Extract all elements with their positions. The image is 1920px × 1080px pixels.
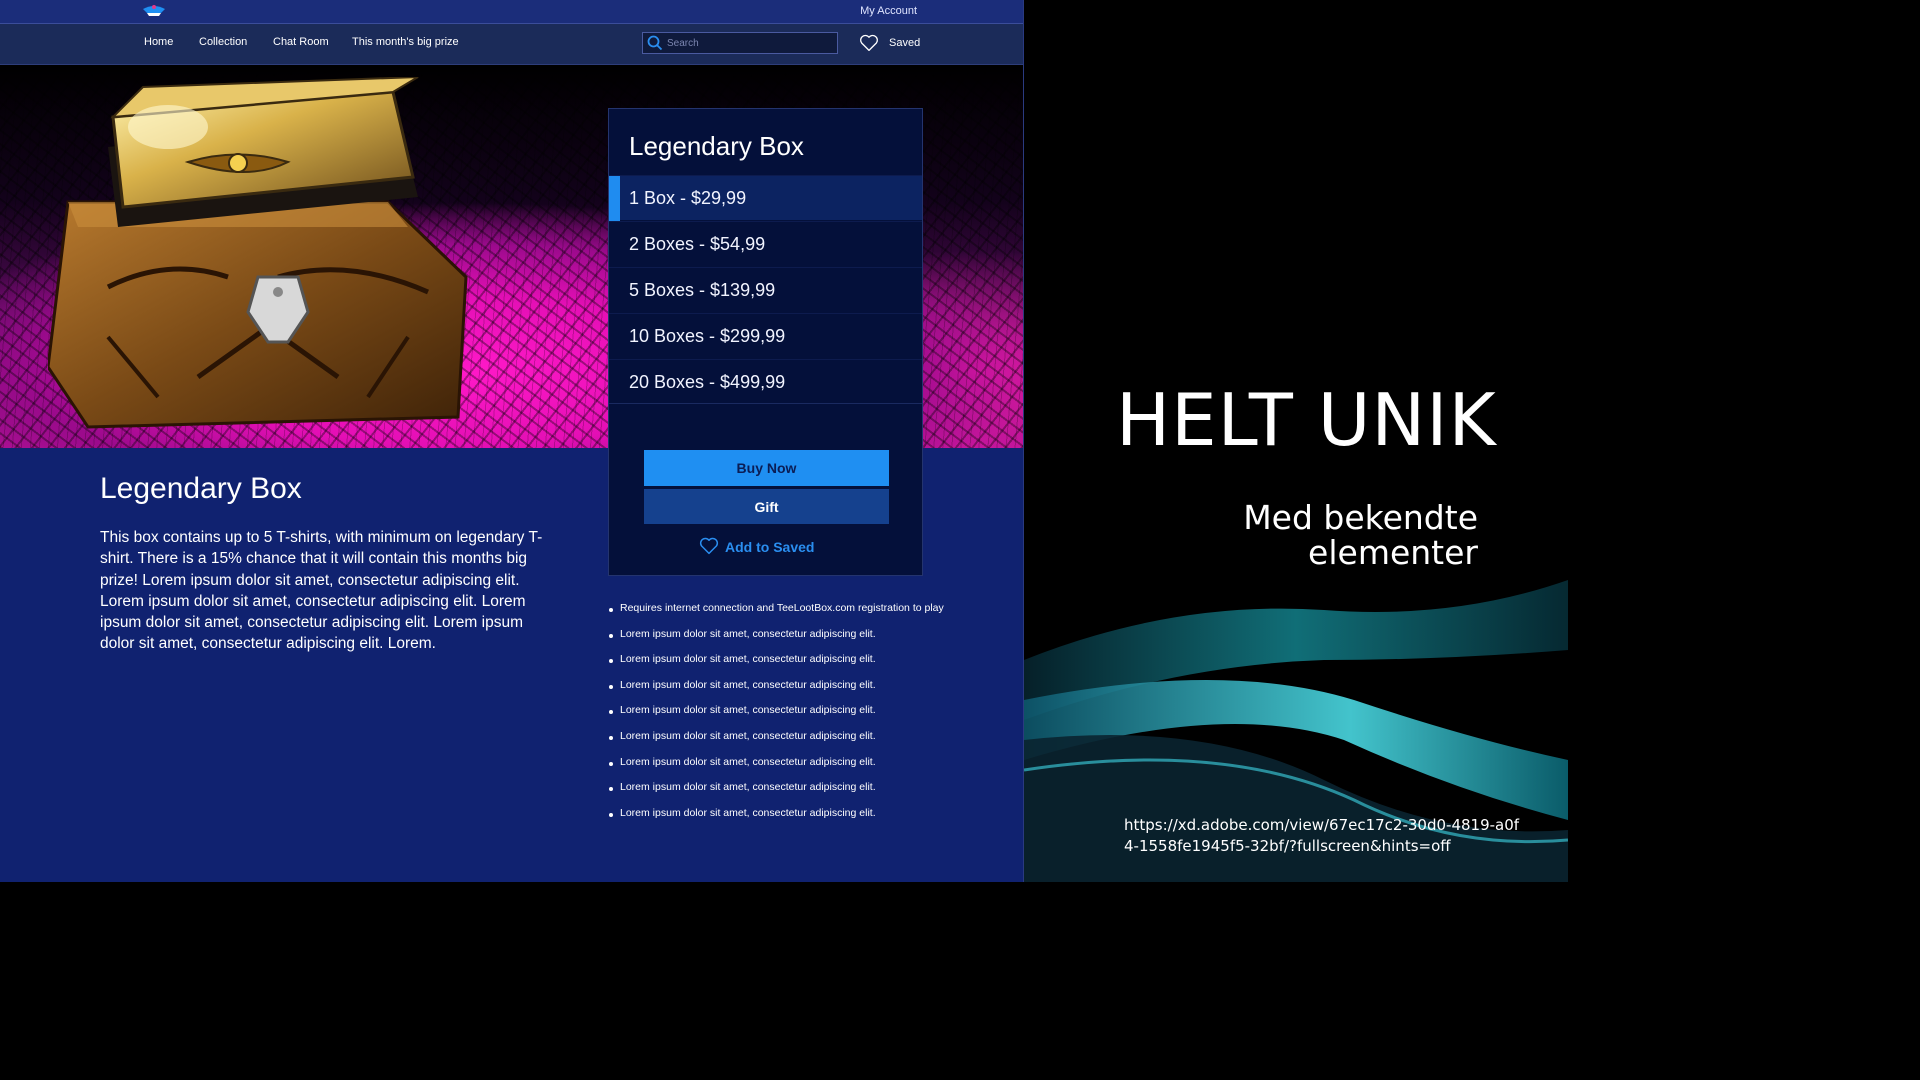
option-label: 10 Boxes - $299,99 (629, 326, 786, 346)
selected-indicator (609, 176, 620, 221)
add-to-saved-button[interactable]: Add to Saved (699, 537, 814, 560)
list-item: Lorem ipsum dolor sit amet, consectetur … (608, 781, 944, 807)
saved-link[interactable]: Saved (859, 34, 920, 57)
option-label: 1 Box - $29,99 (629, 188, 747, 208)
top-bar: My Account (0, 0, 1023, 24)
option-2-boxes[interactable]: 2 Boxes - $54,99 (609, 221, 922, 266)
nav-big-prize[interactable]: This month's big prize (352, 36, 459, 48)
list-item: Lorem ipsum dolor sit amet, consectetur … (608, 704, 944, 730)
list-item: Requires internet connection and TeeLoot… (608, 602, 944, 628)
slide-title: HELT UNIK (1116, 378, 1497, 462)
search-input[interactable] (667, 35, 833, 51)
main-nav: Home Collection Chat Room This month's b… (0, 24, 1023, 65)
subtitle-line: Med bekendte (1243, 498, 1478, 537)
option-1-box[interactable]: 1 Box - $29,99 (609, 175, 922, 221)
product-description: This box contains up to 5 T-shirts, with… (100, 529, 543, 653)
nav-collection[interactable]: Collection (199, 36, 247, 48)
option-20-boxes[interactable]: 20 Boxes - $499,99 (609, 359, 922, 404)
divider (609, 403, 922, 404)
nav-chat-room[interactable]: Chat Room (273, 36, 329, 48)
option-label: 5 Boxes - $139,99 (629, 280, 776, 300)
heart-icon (699, 537, 719, 555)
list-item: Lorem ipsum dolor sit amet, consectetur … (608, 679, 944, 705)
purchase-panel: Legendary Box 1 Box - $29,99 2 Boxes - $… (608, 108, 923, 576)
option-5-boxes[interactable]: 5 Boxes - $139,99 (609, 267, 922, 312)
option-label: 20 Boxes - $499,99 (629, 372, 786, 392)
list-item: Lorem ipsum dolor sit amet, consectetur … (608, 653, 944, 679)
panel-title: Legendary Box (629, 131, 804, 161)
buy-now-button[interactable]: Buy Now (644, 450, 889, 486)
add-to-saved-label: Add to Saved (725, 539, 815, 555)
heart-icon (860, 34, 878, 52)
slide-subtitle: Med bekendte elementer (1178, 500, 1478, 570)
subtitle-line: elementer (1308, 533, 1478, 572)
prototype-url[interactable]: https://xd.adobe.com/view/67ec17c2-30d0-… (1124, 815, 1524, 857)
my-account-link[interactable]: My Account (860, 5, 917, 17)
list-item: Lorem ipsum dolor sit amet, consectetur … (608, 807, 944, 833)
product-title: Legendary Box (100, 472, 302, 505)
list-item: Lorem ipsum dolor sit amet, consectetur … (608, 628, 944, 654)
saved-label: Saved (889, 37, 921, 49)
option-label: 2 Boxes - $54,99 (629, 234, 766, 254)
app-mockup: My Account Home Collection Chat Room Thi… (0, 0, 1024, 882)
option-10-boxes[interactable]: 10 Boxes - $299,99 (609, 313, 922, 358)
logo-icon[interactable] (141, 3, 167, 17)
list-item: Lorem ipsum dolor sit amet, consectetur … (608, 756, 944, 782)
feature-list: Requires internet connection and TeeLoot… (608, 602, 944, 832)
treasure-chest-image (48, 77, 468, 429)
list-item: Lorem ipsum dolor sit amet, consectetur … (608, 730, 944, 756)
search-icon (647, 35, 663, 51)
nav-home[interactable]: Home (144, 36, 173, 48)
gift-button[interactable]: Gift (644, 489, 889, 524)
search-box[interactable] (642, 32, 838, 54)
